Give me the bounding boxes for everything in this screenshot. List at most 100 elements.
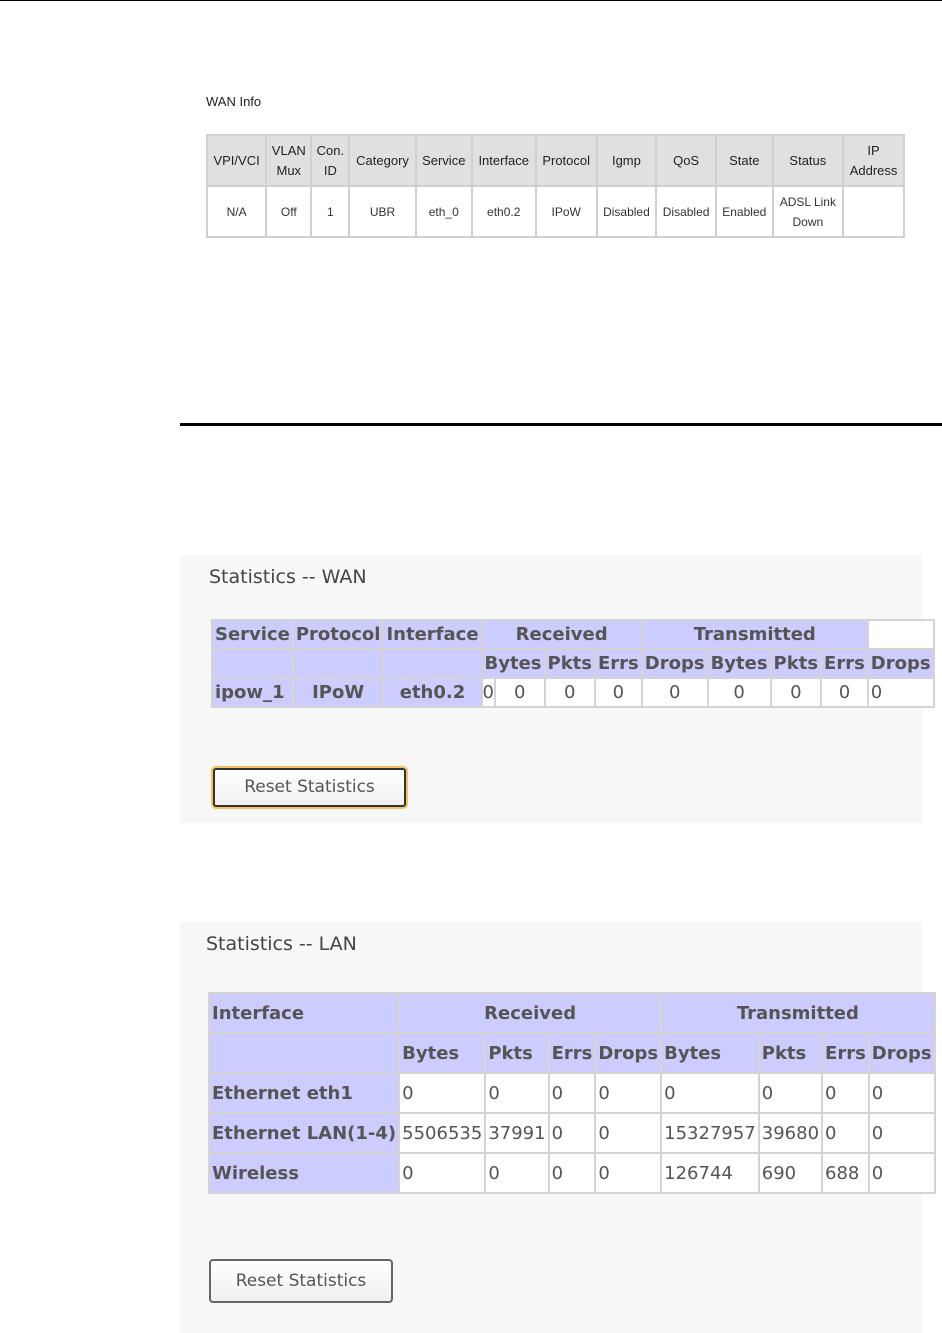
lan-stats-title: Statistics -- LAN [206, 933, 357, 955]
lan-row-value: 0 [821, 1112, 870, 1154]
col-vpi-vci: VPI/VCI [205, 134, 268, 187]
col-interface: Interface [470, 134, 537, 187]
cell-ip-address [842, 185, 905, 238]
wan-sub-blank [211, 648, 294, 679]
lan-col-received: Received [398, 992, 663, 1034]
wan-sub-tx-bytes: Bytes [706, 648, 772, 679]
lan-stats-subheader-row: Bytes Pkts Errs Drops Bytes Pkts Errs Dr… [207, 1032, 936, 1074]
wan-sub-blank [382, 648, 483, 679]
wan-sub-rx-pkts: Pkts [543, 648, 597, 679]
col-igmp: Igmp [595, 134, 658, 187]
lan-row-value: 39680 [757, 1112, 824, 1154]
wan-row-value: 0 [820, 677, 869, 708]
wan-sub-rx-drops: Drops [640, 648, 709, 679]
lan-row-value: 0 [757, 1072, 824, 1114]
reset-statistics-button[interactable]: Reset Statistics [213, 768, 406, 807]
lan-row-value: 0 [484, 1072, 550, 1114]
wan-header-blank [866, 619, 935, 650]
lan-row-value: 0 [594, 1072, 663, 1114]
lan-row-value: 0 [398, 1152, 487, 1194]
cell-service: eth_0 [414, 185, 473, 238]
wan-row-value: 0 [866, 677, 935, 708]
table-row: ipow_1 IPoW eth0.2 0 0 0 0 0 0 0 0 0 [211, 677, 935, 708]
col-status: Status [771, 134, 845, 187]
cell-category: UBR [348, 185, 417, 238]
lan-col-interface: Interface [207, 992, 401, 1034]
col-state: State [714, 134, 774, 187]
lan-col-transmitted: Transmitted [660, 992, 936, 1034]
wan-stats-title: Statistics -- WAN [209, 566, 367, 588]
col-protocol: Protocol [534, 134, 598, 187]
cell-vlan-mux: Off [265, 185, 313, 238]
cell-state: Enabled [714, 185, 774, 238]
cell-interface: eth0.2 [470, 185, 537, 238]
col-con-id: Con. ID [310, 134, 351, 187]
lan-row-value: 0 [484, 1152, 550, 1194]
lan-row-value: 0 [594, 1152, 663, 1194]
reset-statistics-button[interactable]: Reset Statistics [209, 1259, 393, 1303]
wan-sub-tx-pkts: Pkts [769, 648, 823, 679]
lan-sub-rx-errs: Errs [547, 1032, 597, 1074]
lan-row-value: 690 [757, 1152, 824, 1194]
lan-row-name: Ethernet eth1 [207, 1072, 401, 1114]
wan-sub-rx-errs: Errs [594, 648, 643, 679]
lan-row-value: 0 [660, 1072, 760, 1114]
wan-row-value: 0 [480, 677, 497, 708]
wan-row-protocol: IPoW [291, 677, 385, 708]
wan-col-service: Service [211, 619, 294, 650]
lan-row-value: 5506535 [398, 1112, 487, 1154]
col-category: Category [348, 134, 417, 187]
wan-row-value: 0 [543, 677, 597, 708]
lan-row-value: 0 [821, 1072, 870, 1114]
wan-sub-tx-errs: Errs [820, 648, 869, 679]
cell-qos: Disabled [655, 185, 717, 238]
top-divider [0, 0, 942, 1]
wan-col-interface: Interface [382, 619, 483, 650]
lan-row-name: Ethernet LAN(1-4) [207, 1112, 401, 1154]
wan-sub-blank [291, 648, 385, 679]
lan-row-value: 126744 [660, 1152, 760, 1194]
lan-sub-rx-drops: Drops [594, 1032, 663, 1074]
wan-row-value: 0 [706, 677, 772, 708]
cell-con-id: 1 [310, 185, 351, 238]
lan-sub-rx-bytes: Bytes [398, 1032, 487, 1074]
table-row: Ethernet eth1 0 0 0 0 0 0 0 0 [207, 1072, 936, 1114]
cell-protocol: IPoW [534, 185, 598, 238]
lan-sub-tx-errs: Errs [821, 1032, 870, 1074]
section-divider [180, 423, 942, 426]
cell-vpi-vci: N/A [205, 185, 268, 238]
cell-igmp: Disabled [595, 185, 658, 238]
lan-row-value: 688 [821, 1152, 870, 1194]
lan-row-value: 0 [398, 1072, 487, 1114]
lan-sub-tx-bytes: Bytes [660, 1032, 760, 1074]
wan-row-value: 0 [640, 677, 709, 708]
wan-row-value: 0 [769, 677, 823, 708]
wan-stats-table: Service Protocol Interface Received Tran… [211, 619, 935, 708]
wan-info-header-row: VPI/VCI VLAN Mux Con. ID Category Service … [205, 134, 905, 187]
col-ip-address: IP Address [842, 134, 905, 187]
wan-row-interface: eth0.2 [382, 677, 483, 708]
cell-status: ADSL Link Down [771, 185, 845, 238]
table-row: Wireless 0 0 0 0 126744 690 688 0 [207, 1152, 936, 1194]
lan-row-name: Wireless [207, 1152, 401, 1194]
wan-col-received: Received [480, 619, 643, 650]
lan-row-value: 0 [867, 1072, 936, 1114]
lan-sub-rx-pkts: Pkts [484, 1032, 550, 1074]
wan-stats-header-row: Service Protocol Interface Received Tran… [211, 619, 935, 650]
col-service: Service [414, 134, 473, 187]
lan-row-value: 15327957 [660, 1112, 760, 1154]
wan-col-protocol: Protocol [291, 619, 385, 650]
lan-stats-table: Interface Received Transmitted Bytes Pkt… [207, 992, 936, 1194]
col-vlan-mux: VLAN Mux [265, 134, 313, 187]
wan-row-value: 0 [594, 677, 643, 708]
wan-info-title: WAN Info [206, 94, 262, 109]
lan-row-value: 0 [867, 1112, 936, 1154]
wan-stats-subheader-row: Bytes Pkts Errs Drops Bytes Pkts Errs Dr… [211, 648, 935, 679]
lan-row-value: 0 [867, 1152, 936, 1194]
lan-row-value: 37991 [484, 1112, 550, 1154]
wan-info-table: VPI/VCI VLAN Mux Con. ID Category Service … [205, 134, 905, 238]
wan-sub-rx-bytes: Bytes [480, 648, 546, 679]
lan-row-value: 0 [547, 1112, 597, 1154]
lan-row-value: 0 [594, 1112, 663, 1154]
lan-sub-tx-pkts: Pkts [757, 1032, 824, 1074]
